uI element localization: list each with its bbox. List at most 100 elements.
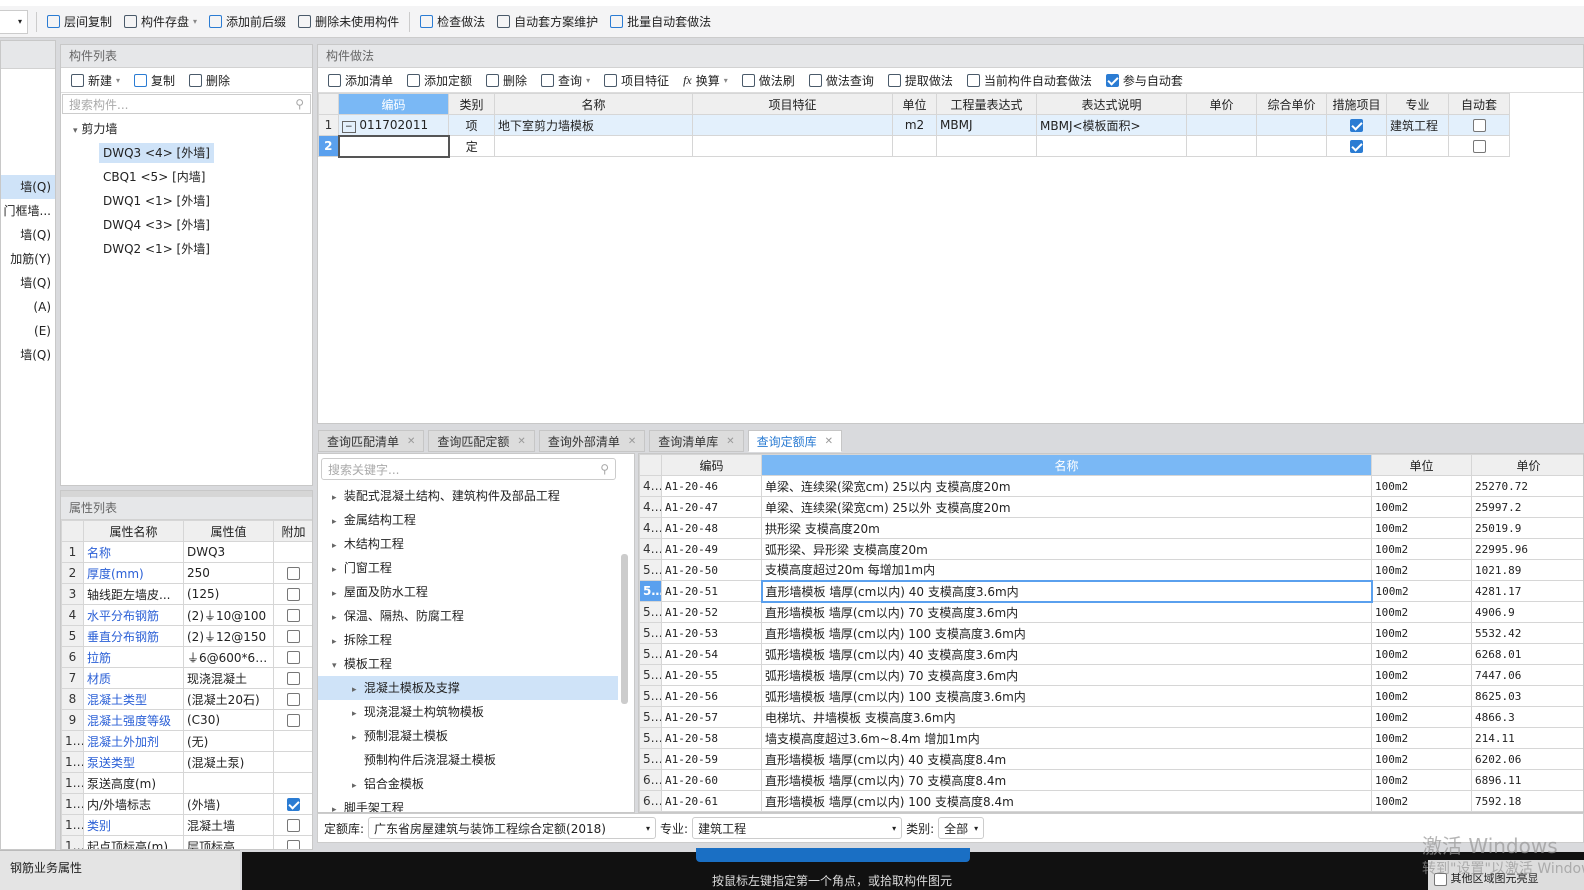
attach-checkbox[interactable] (287, 672, 300, 685)
close-icon[interactable]: ✕ (517, 436, 525, 447)
quota-tree-item[interactable]: ▾ 模板工程 (318, 652, 634, 676)
method-tool-button[interactable]: 参与自动套 (1100, 72, 1189, 89)
attach-checkbox[interactable] (287, 798, 300, 811)
method-tool-button[interactable]: 做法查询 (803, 72, 880, 89)
quota-row[interactable]: 48 A1-20-48 拱形梁 支模高度20m 100m2 25019.9 (639, 517, 1583, 539)
major-select[interactable]: 建筑工程 ▾ (692, 817, 903, 839)
method-tool-button[interactable]: 做法刷 (736, 72, 801, 89)
property-row[interactable]: 9 混凝土强度等级 (C30) (61, 709, 312, 731)
expand-arrow-icon[interactable]: ▸ (332, 534, 340, 558)
method-tool-button[interactable]: 查询 ▾ (535, 72, 596, 89)
tree-group-shear-wall[interactable]: ▾ 剪力墙 (61, 117, 312, 141)
method-row[interactable]: 2定 (318, 134, 1510, 158)
expand-arrow-icon[interactable]: ▸ (332, 558, 340, 582)
property-row[interactable]: 10 混凝土外加剂 (无) (61, 730, 312, 752)
component-type-item[interactable]: 墙(Q) (1, 271, 55, 295)
attach-checkbox[interactable] (287, 567, 300, 580)
property-row[interactable]: 15 起点顶标高(m) 层顶标高 (61, 835, 312, 849)
attach-checkbox[interactable] (287, 840, 300, 849)
close-icon[interactable]: ✕ (825, 436, 833, 447)
quota-tree-item[interactable]: ▸ 拆除工程 (318, 628, 634, 652)
tab-2[interactable]: 查询外部清单 ✕ (538, 430, 646, 452)
rebar-business-properties[interactable]: 钢筋业务属性 (0, 851, 240, 876)
component-type-item[interactable]: 墙(Q) (1, 175, 55, 199)
quota-tree-item[interactable]: ▸ 木结构工程 (318, 532, 634, 556)
measure-checkbox[interactable] (1350, 119, 1363, 132)
property-row[interactable]: 11 泵送类型 (混凝土泵) (61, 751, 312, 773)
copy-button[interactable]: 复制 (128, 72, 181, 89)
property-row[interactable]: 13 内/外墙标志 (外墙) (61, 793, 312, 815)
tab-3[interactable]: 查询清单库 ✕ (649, 430, 744, 452)
property-row[interactable]: 12 泵送高度(m) (61, 772, 312, 794)
property-row[interactable]: 3 轴线距左墙皮... (125) (61, 583, 312, 605)
attach-checkbox[interactable] (287, 693, 300, 706)
expand-arrow-icon[interactable]: ▸ (332, 606, 340, 630)
component-item[interactable]: DWQ4 <3> [外墙] (61, 213, 312, 237)
quota-row[interactable]: 47 A1-20-47 单梁、连续梁(梁宽cm) 25以外 支模高度20m 100m2… (639, 496, 1583, 518)
quota-row[interactable]: 61 A1-20-61 直形墙模板 墙厚(cm以内) 100 支模高度8.4m 100… (639, 790, 1583, 812)
component-type-item[interactable]: 墙(Q) (1, 223, 55, 247)
toolbar-button[interactable]: 添加前后缀 (203, 12, 292, 32)
method-tool-button[interactable]: fx 换算 ▾ (677, 72, 734, 89)
expand-arrow-icon[interactable]: ▸ (352, 702, 360, 726)
quota-tree-item[interactable]: ▸ 装配式混凝土结构、建筑构件及部品工程 (318, 484, 634, 508)
expand-arrow-icon[interactable]: ▾ (332, 654, 340, 678)
component-type-item[interactable]: 墙(Q) (1, 343, 55, 367)
quota-tree-item[interactable]: ▸ 门窗工程 (318, 556, 634, 580)
quota-library-select[interactable]: 广东省房屋建筑与装饰工程综合定额(2018) ▾ (368, 817, 657, 839)
expand-arrow-icon[interactable]: ▸ (352, 726, 360, 750)
toolbar-button[interactable]: 自动套方案维护 (491, 12, 604, 32)
attach-checkbox[interactable] (287, 630, 300, 643)
component-search-input[interactable]: 搜索构件... ⚲ (62, 94, 311, 114)
quota-row[interactable]: 54 A1-20-54 弧形墙模板 墙厚(cm以内) 40 支模高度3.6m内 100… (639, 643, 1583, 665)
attach-checkbox[interactable] (287, 819, 300, 832)
expand-arrow-icon[interactable]: ▸ (332, 486, 340, 510)
drawing-area[interactable]: 按鼠标左键指定第一个角点，或拾取构件图元 其他区域图元亮显 (242, 848, 1584, 890)
component-type-item[interactable]: 门框墙... (1, 199, 55, 223)
quota-row[interactable]: 51 A1-20-51 直形墙模板 墙厚(cm以内) 40 支模高度3.6m内 100… (639, 579, 1583, 603)
quota-row[interactable]: 59 A1-20-59 直形墙模板 墙厚(cm以内) 40 支模高度8.4m 100m… (639, 748, 1583, 770)
attach-checkbox[interactable] (287, 609, 300, 622)
quota-tree-item[interactable]: ▸ 金属结构工程 (318, 508, 634, 532)
method-tool-button[interactable]: 删除 (480, 72, 533, 89)
close-icon[interactable]: ✕ (628, 436, 636, 447)
toolbar-button[interactable]: 检查做法 (414, 12, 491, 32)
quota-tree-item[interactable]: ▸ 脚手架工程 (318, 796, 634, 812)
close-icon[interactable]: ✕ (407, 436, 415, 447)
method-tool-button[interactable]: 提取做法 (882, 72, 959, 89)
delete-button[interactable]: 删除 (183, 72, 236, 89)
quota-tree-item[interactable]: ▸ 铝合金模板 (318, 772, 634, 796)
attach-checkbox[interactable] (287, 651, 300, 664)
quota-row[interactable]: 58 A1-20-58 墙支模高度超过3.6m~8.4m 增加1m内 100m2 214… (639, 727, 1583, 749)
toolbar-button[interactable]: 批量自动套做法 (604, 12, 717, 32)
component-item[interactable]: DWQ2 <1> [外墙] (61, 237, 312, 261)
new-button[interactable]: 新建 ▾ (65, 72, 126, 89)
property-row[interactable]: 7 材质 现浇混凝土 (61, 667, 312, 689)
tab-0[interactable]: 查询匹配清单 ✕ (318, 430, 425, 452)
auto-checkbox[interactable] (1472, 119, 1486, 132)
expand-arrow-icon[interactable]: ▸ (352, 678, 360, 702)
method-tool-button[interactable]: 项目特征 (598, 72, 675, 89)
tree-scrollbar[interactable] (621, 554, 628, 704)
auto-checkbox[interactable] (1472, 140, 1486, 153)
quota-tree-item[interactable]: 预制构件后浇混凝土模板 (318, 748, 634, 772)
checkbox[interactable] (1105, 73, 1119, 87)
component-item[interactable]: DWQ1 <1> [外墙] (61, 189, 312, 213)
quota-tree-item[interactable]: ▸ 屋面及防水工程 (318, 580, 634, 604)
expand-arrow-icon[interactable]: ▸ (332, 582, 340, 606)
quota-tree-item[interactable]: ▸ 保温、隔热、防腐工程 (318, 604, 634, 628)
attach-checkbox[interactable] (287, 714, 300, 727)
property-row[interactable]: 5 垂直分布钢筋 (2)⏚12@150 (61, 625, 312, 647)
quota-tree-item[interactable]: ▸ 现浇混凝土构筑物模板 (318, 700, 634, 724)
category-select[interactable]: 全部 ▾ (938, 817, 985, 839)
method-tool-button[interactable]: 当前构件自动套做法 (961, 72, 1098, 89)
tab-1[interactable]: 查询匹配定额 ✕ (428, 430, 535, 452)
component-type-item[interactable]: (E) (1, 319, 55, 343)
floor-dropdown[interactable]: ▾ (0, 9, 28, 34)
expand-arrow-icon[interactable]: ▸ (332, 798, 340, 812)
keyword-search-input[interactable]: 搜索关键字... ⚲ (321, 458, 616, 480)
property-row[interactable]: 6 拉筋 ⏚6@600*600 (61, 646, 312, 668)
quota-tree-item[interactable]: ▸ 混凝土模板及支撑 (318, 676, 618, 700)
attach-checkbox[interactable] (287, 588, 300, 601)
method-tool-button[interactable]: 添加定额 (401, 72, 478, 89)
